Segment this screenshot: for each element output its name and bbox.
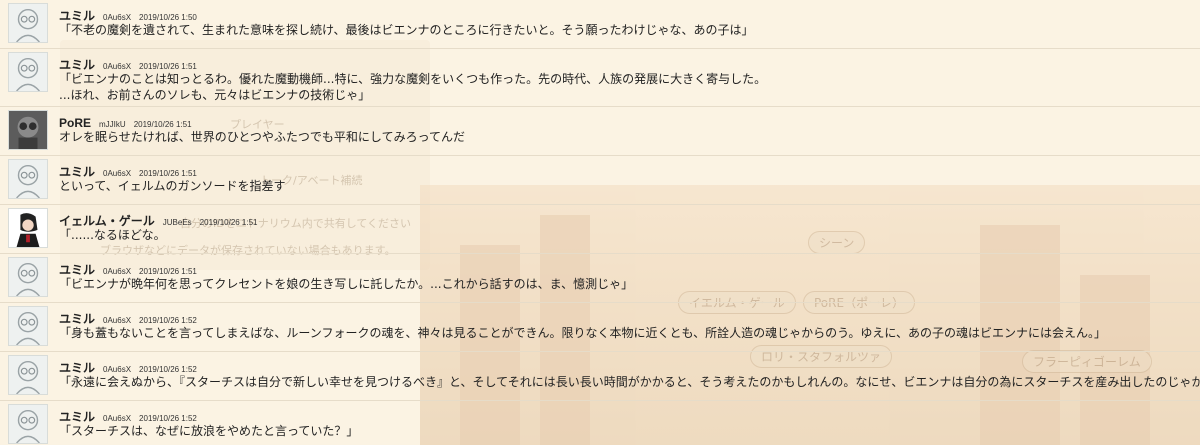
- chat-message: ユミル 0Au6sX 2019/10/26 1:51 「ビエンナが晩年何を思ってクレ…: [0, 254, 1200, 303]
- yumil-avatar-icon: [8, 257, 48, 297]
- chat-message: イェルム・ゲール JUBeEs 2019/10/26 1:51 「......なるほ…: [0, 205, 1200, 254]
- sender-name: ユミル: [59, 263, 96, 277]
- message-text: 「スターチスは、なぜに放浪をやめたと言っていた？」: [59, 423, 358, 439]
- message-meta: ユミル 0Au6sX 2019/10/26 1:52: [59, 357, 197, 375]
- pore-avatar-icon: [8, 110, 48, 150]
- message-text: 「不老の魔剣を遺されて、生まれた意味を探し続け、最後はビエンナのところに行きたい…: [59, 22, 753, 38]
- sender-name: ユミル: [59, 361, 96, 375]
- sender-id: 0Au6sX: [103, 62, 132, 71]
- message-text: 「身も蓋もないことを言ってしまえばな、ルーンフォークの魂を、神々は見ることができ…: [59, 325, 1106, 341]
- message-timestamp: 2019/10/26 1:52: [139, 365, 197, 374]
- message-meta: PoRE mJJIkU 2019/10/26 1:51: [59, 112, 192, 130]
- message-meta: イェルム・ゲール JUBeEs 2019/10/26 1:51: [59, 210, 258, 228]
- message-timestamp: 2019/10/26 1:51: [139, 62, 197, 71]
- message-line: 「身も蓋もないことを言ってしまえばな、ルーンフォークの魂を、神々は見ることができ…: [59, 326, 1107, 340]
- message-meta: ユミル 0Au6sX 2019/10/26 1:52: [59, 308, 197, 326]
- message-text: 「永遠に会えぬから、『スターチスは自分で新しい幸せを見つけるべき』と、そしてそれ…: [59, 374, 1200, 390]
- message-meta: ユミル 0Au6sX 2019/10/26 1:51: [59, 54, 197, 72]
- sender-id: 0Au6sX: [103, 316, 132, 325]
- yelm-avatar-icon: [8, 208, 48, 248]
- message-timestamp: 2019/10/26 1:52: [139, 316, 197, 325]
- sender-id: 0Au6sX: [103, 365, 132, 374]
- message-timestamp: 2019/10/26 1:51: [139, 267, 197, 276]
- message-line: オレを眠らせたければ、世界のひとつやふたつでも平和にしてみろってんだ: [59, 130, 465, 144]
- message-timestamp: 2019/10/26 1:51: [133, 120, 192, 129]
- message-line: 「ビエンナのことは知っとるわ。優れた魔動機師...特に、強力な魔剣をいくつも作っ…: [59, 72, 767, 86]
- chat-log[interactable]: ユミル 0Au6sX 2019/10/26 1:50 「不老の魔剣を遺されて、生まれ…: [0, 0, 1200, 445]
- message-meta: ユミル 0Au6sX 2019/10/26 1:50: [59, 5, 197, 23]
- message-text: オレを眠らせたければ、世界のひとつやふたつでも平和にしてみろってんだ: [59, 129, 465, 145]
- yumil-avatar-icon: [8, 404, 48, 444]
- message-line: 「スターチスは、なぜに放浪をやめたと言っていた？」: [59, 424, 359, 438]
- yumil-avatar-icon: [8, 306, 48, 346]
- yumil-avatar-icon: [8, 355, 48, 395]
- sender-name: PoRE: [59, 116, 92, 130]
- sender-id: 0Au6sX: [103, 169, 132, 178]
- chat-message: ユミル 0Au6sX 2019/10/26 1:51 といって、イェルムのガンソード…: [0, 156, 1200, 205]
- message-timestamp: 2019/10/26 1:52: [139, 414, 197, 423]
- message-timestamp: 2019/10/26 1:51: [139, 169, 197, 178]
- sender-name: ユミル: [59, 312, 96, 326]
- message-timestamp: 2019/10/26 1:51: [199, 218, 258, 227]
- sender-name: ユミル: [59, 9, 96, 23]
- message-meta: ユミル 0Au6sX 2019/10/26 1:51: [59, 259, 197, 277]
- message-line: といって、イェルムのガンソードを指差す: [59, 179, 286, 193]
- message-line: ...ほれ、お前さんのソレも、元々はビエンナの技術じゃ」: [59, 88, 371, 102]
- yumil-avatar-icon: [8, 3, 48, 43]
- sender-id: 0Au6sX: [103, 13, 132, 22]
- message-line: 「永遠に会えぬから、『スターチスは自分で新しい幸せを見つけるべき』と、そしてそれ…: [59, 375, 1200, 389]
- message-text: といって、イェルムのガンソードを指差す: [59, 178, 286, 194]
- sender-name: ユミル: [59, 58, 96, 72]
- message-meta: ユミル 0Au6sX 2019/10/26 1:52: [59, 406, 197, 424]
- message-meta: ユミル 0Au6sX 2019/10/26 1:51: [59, 161, 197, 179]
- message-text: 「ビエンナが晩年何を思ってクレセントを娘の生き写しに託したか。...これから話す…: [59, 276, 633, 292]
- message-text: 「......なるほどな。: [59, 227, 166, 243]
- sender-id: 0Au6sX: [103, 414, 132, 423]
- message-timestamp: 2019/10/26 1:50: [139, 13, 197, 22]
- yumil-avatar-icon: [8, 159, 48, 199]
- message-line: 「......なるほどな。: [59, 228, 166, 242]
- sender-name: ユミル: [59, 410, 96, 424]
- sender-id: JUBeEs: [162, 218, 192, 227]
- sender-id: mJJIkU: [99, 120, 126, 129]
- message-line: 「ビエンナが晩年何を思ってクレセントを娘の生き写しに託したか。...これから話す…: [59, 277, 634, 291]
- chat-message: ユミル 0Au6sX 2019/10/26 1:51 「ビエンナのことは知っとるわ。…: [0, 49, 1200, 107]
- chat-message: ユミル 0Au6sX 2019/10/26 1:52 「身も蓋もないことを言ってしま…: [0, 303, 1200, 352]
- chat-message: ユミル 0Au6sX 2019/10/26 1:50 「不老の魔剣を遺されて、生まれ…: [0, 0, 1200, 49]
- message-text: 「ビエンナのことは知っとるわ。優れた魔動機師...特に、強力な魔剣をいくつも作っ…: [59, 71, 766, 103]
- yumil-avatar-icon: [8, 52, 48, 92]
- sender-name: イェルム・ゲール: [59, 214, 155, 228]
- chat-message: PoRE mJJIkU 2019/10/26 1:51 オレを眠らせたければ、世界の…: [0, 107, 1200, 156]
- message-line: 「不老の魔剣を遺されて、生まれた意味を探し続け、最後はビエンナのところに行きたい…: [59, 23, 754, 37]
- sender-name: ユミル: [59, 165, 96, 179]
- chat-message: ユミル 0Au6sX 2019/10/26 1:52 「スターチスは、なぜに放浪をや…: [0, 401, 1200, 445]
- sender-id: 0Au6sX: [103, 267, 132, 276]
- chat-message: ユミル 0Au6sX 2019/10/26 1:52 「永遠に会えぬから、『スターチ…: [0, 352, 1200, 401]
